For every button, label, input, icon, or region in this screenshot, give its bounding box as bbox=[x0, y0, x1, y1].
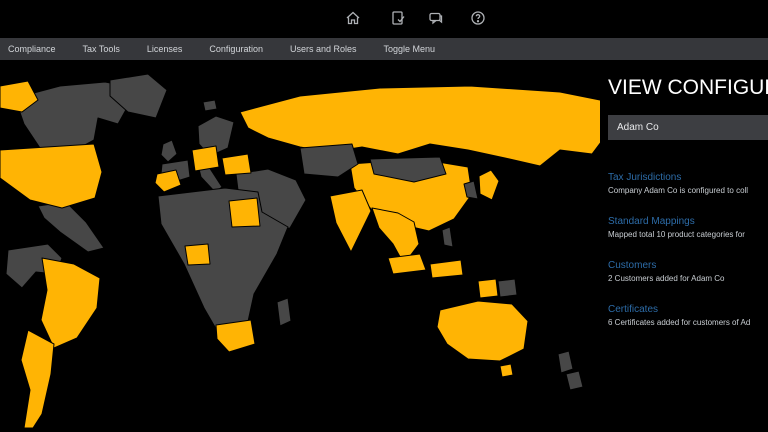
region-south-africa bbox=[216, 320, 255, 352]
tax-jurisdictions-description: Company Adam Co is configured to coll bbox=[608, 184, 768, 197]
certificates-link[interactable]: Certificates bbox=[608, 303, 768, 316]
configuration-sections: Tax Jurisdictions Company Adam Co is con… bbox=[608, 171, 768, 329]
region-spain bbox=[155, 170, 181, 192]
region-brazil bbox=[41, 258, 100, 348]
region-italy bbox=[199, 167, 222, 192]
nav-item-tax-tools[interactable]: Tax Tools bbox=[83, 38, 120, 60]
nav-item-users-roles[interactable]: Users and Roles bbox=[290, 38, 357, 60]
main-content: VIEW CONFIGURATION Adam Co Tax Jurisdict… bbox=[0, 60, 768, 432]
nav-item-licenses[interactable]: Licenses bbox=[147, 38, 183, 60]
section-standard-mappings: Standard Mappings Mapped total 10 produc… bbox=[608, 215, 768, 241]
region-japan bbox=[479, 170, 499, 200]
configuration-panel: VIEW CONFIGURATION Adam Co Tax Jurisdict… bbox=[600, 60, 768, 432]
main-nav: Compliance Tax Tools Licenses Configurat… bbox=[0, 38, 768, 60]
region-tasmania bbox=[500, 364, 513, 377]
region-indonesia-east bbox=[430, 260, 463, 278]
customers-description: 2 Customers added for Adam Co bbox=[608, 272, 768, 285]
standard-mappings-description: Mapped total 10 product categories for bbox=[608, 228, 768, 241]
help-icon[interactable] bbox=[470, 10, 486, 26]
section-tax-jurisdictions: Tax Jurisdictions Company Adam Co is con… bbox=[608, 171, 768, 197]
region-indonesia-west bbox=[388, 254, 426, 274]
region-uk bbox=[161, 140, 177, 162]
region-russia bbox=[240, 86, 610, 166]
page-title: VIEW CONFIGURATION bbox=[608, 76, 768, 100]
customers-link[interactable]: Customers bbox=[608, 259, 768, 272]
section-certificates: Certificates 6 Certificates added for cu… bbox=[608, 303, 768, 329]
home-icon[interactable] bbox=[345, 10, 361, 26]
region-philippines bbox=[442, 227, 453, 247]
company-select[interactable]: Adam Co bbox=[608, 115, 768, 140]
nav-item-compliance[interactable]: Compliance bbox=[8, 38, 56, 60]
world-map[interactable] bbox=[0, 60, 610, 432]
certificates-description: 6 Certificates added for customers of Ad bbox=[608, 316, 768, 329]
region-nigeria bbox=[185, 244, 210, 265]
standard-mappings-link[interactable]: Standard Mappings bbox=[608, 215, 768, 228]
region-madagascar bbox=[277, 298, 291, 326]
top-icon-bar bbox=[0, 0, 768, 38]
region-new-guinea-east bbox=[498, 279, 517, 297]
region-iceland bbox=[203, 100, 217, 111]
chat-icon[interactable] bbox=[428, 10, 444, 26]
region-new-zealand bbox=[558, 351, 583, 390]
region-ukraine bbox=[222, 154, 251, 175]
region-usa bbox=[0, 144, 102, 208]
region-egypt bbox=[229, 198, 260, 227]
nav-item-toggle-menu[interactable]: Toggle Menu bbox=[384, 38, 436, 60]
region-germany-poland bbox=[192, 146, 219, 171]
nav-item-configuration[interactable]: Configuration bbox=[209, 38, 263, 60]
form-check-icon[interactable] bbox=[390, 10, 406, 26]
region-argentina-chile bbox=[21, 330, 54, 428]
region-west-new-guinea bbox=[478, 279, 498, 298]
section-customers: Customers 2 Customers added for Adam Co bbox=[608, 259, 768, 285]
region-india bbox=[330, 190, 371, 252]
region-kazakhstan bbox=[300, 144, 358, 177]
region-australia bbox=[437, 301, 528, 361]
tax-jurisdictions-link[interactable]: Tax Jurisdictions bbox=[608, 171, 768, 184]
